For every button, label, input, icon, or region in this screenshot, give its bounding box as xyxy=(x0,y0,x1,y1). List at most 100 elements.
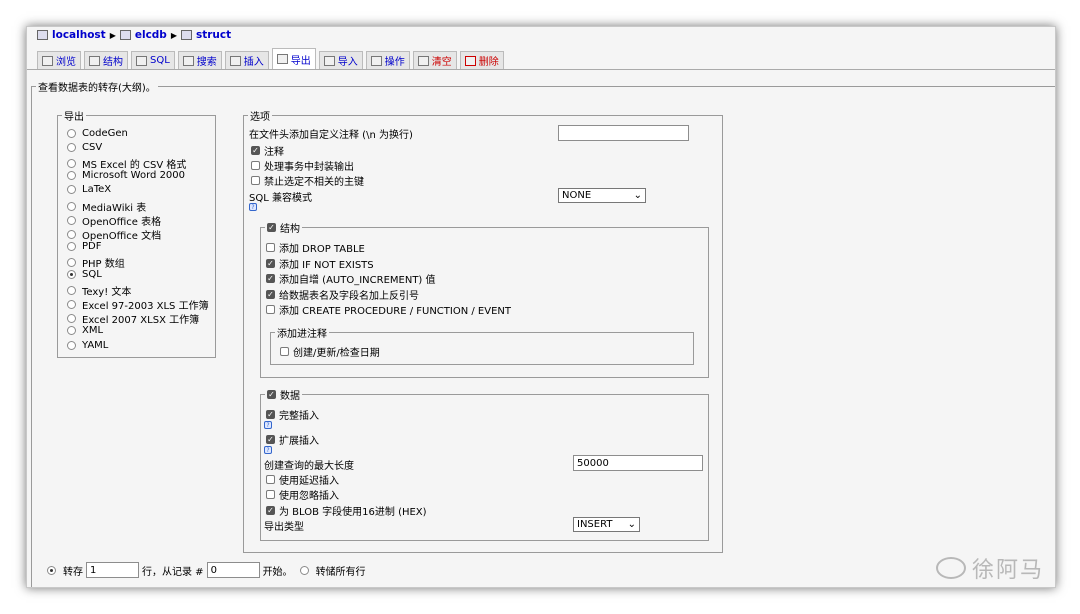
max-query-input[interactable]: 50000 xyxy=(573,455,703,471)
options-legend: 选项 xyxy=(250,112,270,123)
complete-insert-option[interactable]: ✓ 完整插入 xyxy=(266,407,319,422)
drop-table-option[interactable]: 添加 DROP TABLE xyxy=(266,240,365,255)
export-format-option[interactable]: PDF xyxy=(67,241,101,252)
export-format-option[interactable]: OpenOffice 文档 xyxy=(67,227,161,242)
export-format-option[interactable]: Excel 2007 XLSX 工作簿 xyxy=(67,311,199,326)
rows-input[interactable]: 1 xyxy=(86,562,139,578)
tab-operations[interactable]: 操作 xyxy=(365,51,410,69)
ignore-insert-option[interactable]: 使用忽略插入 xyxy=(266,487,339,502)
export-format-radio[interactable] xyxy=(67,241,76,251)
dates-checkbox[interactable] xyxy=(280,347,289,356)
export-format-radio[interactable] xyxy=(67,314,76,324)
tab-browse[interactable]: 浏览 xyxy=(37,51,81,69)
hex-blob-checkbox[interactable]: ✓ xyxy=(266,506,275,515)
transaction-option[interactable]: 处理事务中封装输出 xyxy=(251,158,354,173)
ignore-insert-checkbox[interactable] xyxy=(266,490,275,499)
drop-icon xyxy=(464,55,476,66)
watermark: 徐阿马 xyxy=(935,552,1044,584)
comments-option[interactable]: ✓ 注释 xyxy=(251,143,284,158)
search-icon xyxy=(182,55,194,66)
export-format-radio[interactable] xyxy=(67,326,76,336)
breadcrumb-server[interactable]: localhost xyxy=(52,29,106,41)
help-icon[interactable]: ? xyxy=(264,446,272,454)
help-icon[interactable]: ? xyxy=(264,421,272,429)
delayed-insert-option[interactable]: 使用延迟插入 xyxy=(266,472,339,487)
help-icon[interactable]: ? xyxy=(249,203,257,211)
disable-fk-checkbox[interactable] xyxy=(251,176,260,185)
tab-sql[interactable]: SQL xyxy=(131,51,175,69)
structure-legend[interactable]: ✓ 结构 xyxy=(265,220,302,235)
tab-structure[interactable]: 结构 xyxy=(84,51,128,69)
tab-import[interactable]: 导入 xyxy=(318,51,363,69)
export-format-option[interactable]: CodeGen xyxy=(67,128,128,139)
structure-checkbox[interactable]: ✓ xyxy=(267,223,276,232)
export-format-option[interactable]: Excel 97-2003 XLS 工作簿 xyxy=(67,297,209,312)
export-format-radio[interactable] xyxy=(67,129,76,138)
breadcrumb-database[interactable]: elcdb xyxy=(135,29,167,41)
export-format-option[interactable]: Microsoft Word 2000 xyxy=(67,170,185,181)
export-format-option[interactable]: YAML xyxy=(67,340,108,351)
export-format-label: MS Excel 的 CSV 格式 xyxy=(82,160,187,172)
auto-increment-checkbox[interactable]: ✓ xyxy=(266,274,275,283)
comments-checkbox[interactable]: ✓ xyxy=(251,146,260,155)
if-not-exists-checkbox[interactable]: ✓ xyxy=(266,259,275,268)
tab-drop[interactable]: 删除 xyxy=(459,51,504,69)
create-procedure-checkbox[interactable] xyxy=(266,305,275,314)
compat-select[interactable]: NONE ⌄ xyxy=(558,188,646,203)
export-format-label: PDF xyxy=(82,240,102,252)
backquotes-checkbox[interactable]: ✓ xyxy=(266,290,275,299)
export-format-option[interactable]: LaTeX xyxy=(67,184,111,195)
export-format-radio[interactable] xyxy=(67,159,76,169)
export-format-radio[interactable] xyxy=(67,300,76,310)
delayed-insert-checkbox[interactable] xyxy=(266,475,275,484)
start-row-input[interactable]: 0 xyxy=(206,562,260,578)
dates-option[interactable]: 创建/更新/检查日期 xyxy=(280,344,380,359)
backquotes-option[interactable]: ✓ 给数据表名及字段名加上反引号 xyxy=(266,287,419,302)
data-checkbox[interactable]: ✓ xyxy=(267,390,276,399)
hex-blob-option[interactable]: ✓ 为 BLOB 字段使用16进制 (HEX) xyxy=(266,503,427,518)
data-legend[interactable]: ✓ 数据 xyxy=(265,387,302,402)
extended-insert-checkbox[interactable]: ✓ xyxy=(266,435,275,444)
header-comment-input[interactable] xyxy=(558,125,689,141)
extended-insert-option[interactable]: ✓ 扩展插入 xyxy=(266,432,319,447)
export-type-select[interactable]: INSERT ⌄ xyxy=(573,517,640,532)
wechat-icon xyxy=(935,557,966,579)
export-format-radio[interactable] xyxy=(67,185,76,195)
disable-fk-option[interactable]: 禁止选定不相关的主键 xyxy=(251,173,364,188)
tab-export[interactable]: 导出 xyxy=(271,48,316,69)
transaction-checkbox[interactable] xyxy=(251,161,260,170)
export-format-radio[interactable] xyxy=(67,229,76,239)
dump-rows-radio[interactable] xyxy=(47,565,56,575)
export-format-option[interactable]: OpenOffice 表格 xyxy=(67,213,161,228)
export-format-label: SQL xyxy=(82,269,102,280)
complete-insert-checkbox[interactable]: ✓ xyxy=(266,410,275,419)
if-not-exists-option[interactable]: ✓ 添加 IF NOT EXISTS xyxy=(266,256,374,271)
export-format-option[interactable]: SQL xyxy=(67,269,102,280)
dump-label: 转存 xyxy=(63,566,83,578)
export-format-radio[interactable] xyxy=(67,340,76,350)
auto-increment-option[interactable]: ✓ 添加自增 (AUTO_INCREMENT) 值 xyxy=(266,271,436,286)
export-format-radio[interactable] xyxy=(67,270,76,279)
export-format-radio[interactable] xyxy=(67,257,76,267)
tab-insert[interactable]: 插入 xyxy=(224,51,269,69)
export-format-radio[interactable] xyxy=(67,215,76,225)
drop-table-checkbox[interactable] xyxy=(266,243,275,252)
export-format-option[interactable]: MS Excel 的 CSV 格式 xyxy=(67,156,186,171)
create-procedure-option[interactable]: 添加 CREATE PROCEDURE / FUNCTION / EVENT xyxy=(266,302,511,317)
export-format-radio[interactable] xyxy=(67,171,76,181)
export-format-radio[interactable] xyxy=(67,143,76,153)
export-format-option[interactable]: PHP 数组 xyxy=(67,255,125,270)
export-format-option[interactable]: Texy! 文本 xyxy=(67,283,131,298)
dump-all-radio[interactable] xyxy=(299,565,309,575)
export-format-radio[interactable] xyxy=(67,286,76,296)
export-format-option[interactable]: XML xyxy=(67,325,103,336)
breadcrumb-table[interactable]: struct xyxy=(196,29,231,41)
export-format-label: Excel 97-2003 XLS 工作簿 xyxy=(82,301,209,313)
tab-search[interactable]: 搜索 xyxy=(177,51,222,69)
export-format-radio[interactable] xyxy=(67,201,76,211)
chevron-right-icon: ▶ xyxy=(109,30,116,40)
export-format-label: Excel 2007 XLSX 工作簿 xyxy=(82,315,200,327)
export-format-option[interactable]: MediaWiki 表 xyxy=(67,199,146,214)
export-format-option[interactable]: CSV xyxy=(67,142,102,153)
tab-empty[interactable]: 清空 xyxy=(412,51,457,69)
